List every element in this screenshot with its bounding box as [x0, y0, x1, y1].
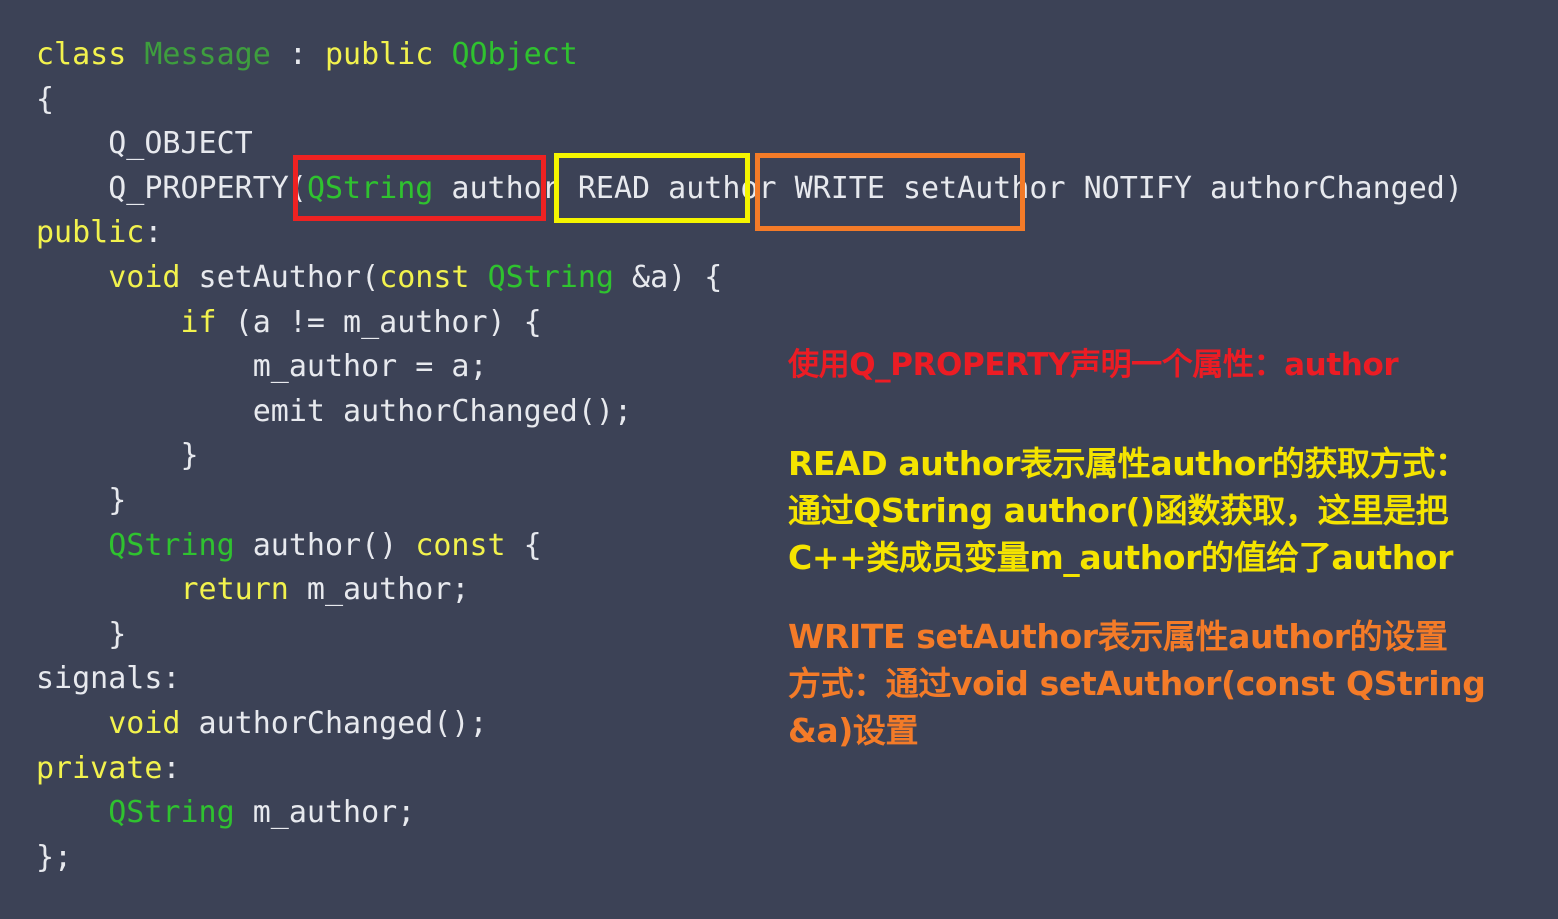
code-line: { [36, 81, 55, 117]
code-token: { [505, 527, 542, 563]
code-line: Q_PROPERTY(QString author READ author WR… [36, 170, 1463, 206]
code-token: QString [487, 260, 614, 295]
code-line: QString m_author; [36, 798, 415, 828]
code-token: : [144, 215, 163, 251]
code-token: private [36, 750, 163, 786]
code-line: } [36, 441, 199, 471]
code-line: QString author() const { [36, 527, 542, 563]
code-line: } [36, 616, 127, 652]
slide-canvas: class Message : public QObject { Q_OBJECT… [0, 0, 1558, 919]
code-token: setAuthor( [180, 260, 380, 295]
code-token: void [108, 706, 181, 741]
code-line: } [36, 486, 126, 516]
code-token: class [36, 37, 145, 72]
code-token: { [36, 81, 55, 117]
annotation-write-setauthor: WRITE setAuthor表示属性author的设置 方式：通过void s… [788, 617, 1486, 750]
code-token: : [162, 750, 181, 786]
code-token: public [325, 37, 434, 72]
code-token: const [379, 260, 470, 295]
code-token: Message [144, 37, 271, 72]
code-line: if (a != m_author) { [36, 304, 542, 340]
code-token: }; [36, 839, 73, 875]
code-token: : [270, 37, 325, 72]
code-line: }; [36, 839, 73, 875]
code-line: m_author = a; [36, 352, 488, 382]
code-token: (a != m_author) { [216, 304, 542, 340]
code-line: public: [36, 218, 162, 248]
code-line: private: [36, 750, 181, 786]
code-line: class Message : public QObject [36, 40, 578, 70]
code-block: class Message : public QObject { Q_OBJECT… [0, 0, 1463, 919]
code-token: QString [306, 170, 434, 206]
code-token: author() [234, 527, 416, 563]
code-token: m_author = a; [252, 349, 488, 385]
code-token: QString [108, 795, 235, 831]
code-token: const [415, 527, 506, 563]
code-token: QString [108, 527, 235, 563]
code-token: QObject [451, 37, 578, 72]
code-token: m_author; [288, 572, 470, 608]
code-line: return m_author; [36, 575, 470, 605]
code-token: return [180, 572, 289, 608]
code-token: authorChanged(); [180, 706, 488, 741]
code-line: void authorChanged(); [36, 706, 488, 741]
code-token: &a) { [614, 260, 723, 295]
code-token: } [108, 616, 127, 652]
code-line: void setAuthor(const QString &a) { [36, 263, 722, 293]
code-token: m_author; [234, 795, 416, 831]
code-line: emit authorChanged(); [36, 393, 633, 429]
code-line: Q_OBJECT [36, 129, 253, 159]
code-token: emit authorChanged(); [252, 393, 633, 429]
code-token: author READ author WRITE setAuthor NOTIF… [433, 170, 1463, 206]
annotation-q-property: 使用Q_PROPERTY声明一个属性：author [788, 347, 1399, 383]
code-token: } [108, 483, 127, 518]
code-token: signals: [36, 661, 181, 697]
code-token: Q_OBJECT [108, 126, 253, 162]
code-token: public [36, 215, 145, 251]
code-line: signals: [36, 664, 181, 694]
code-token: if [180, 304, 217, 340]
code-token: void [108, 260, 181, 295]
annotation-read-author: READ author表示属性author的获取方式： 通过QString au… [788, 444, 1468, 577]
code-token: } [180, 438, 199, 474]
code-token: Q_PROPERTY( [108, 170, 307, 206]
